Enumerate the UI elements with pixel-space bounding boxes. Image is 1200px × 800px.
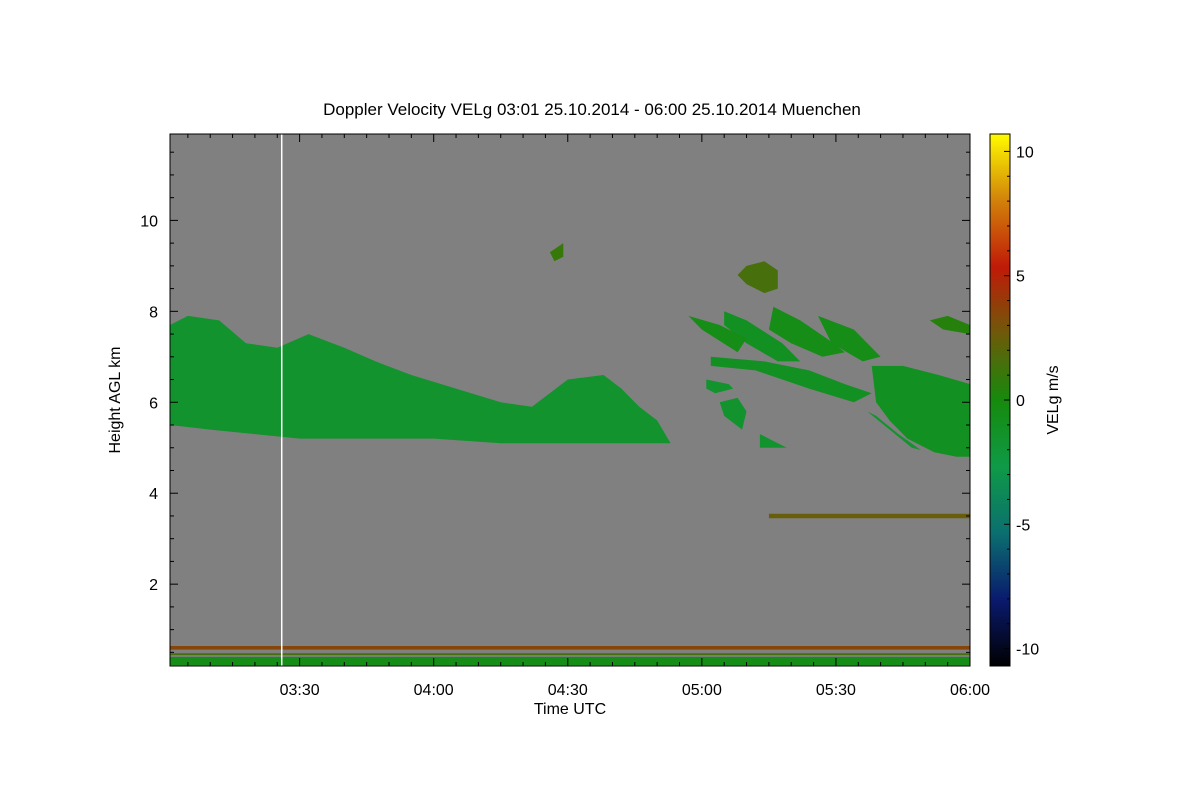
velocity-feature bbox=[170, 656, 970, 666]
colorbar-tick-label: -10 bbox=[1016, 642, 1039, 659]
y-tick-label: 4 bbox=[149, 486, 158, 503]
velocity-feature bbox=[768, 513, 970, 519]
y-tick-label: 10 bbox=[140, 213, 158, 230]
x-axis-label: Time UTC bbox=[534, 701, 606, 718]
y-tick-label: 8 bbox=[149, 304, 158, 321]
x-tick-label: 04:30 bbox=[548, 682, 588, 699]
x-tick-label: 04:00 bbox=[414, 682, 454, 699]
y-axis-label: Height AGL km bbox=[107, 346, 124, 453]
colorbar-tick-label: -5 bbox=[1016, 517, 1030, 534]
colorbar-label: VELg m/s bbox=[1045, 365, 1062, 434]
chart-title: Doppler Velocity VELg 03:01 25.10.2014 -… bbox=[323, 100, 861, 119]
velocity-feature bbox=[170, 646, 970, 650]
x-tick-label: 03:30 bbox=[280, 682, 320, 699]
y-tick-label: 2 bbox=[149, 577, 158, 594]
colorbar-tick-label: 0 bbox=[1016, 393, 1025, 410]
x-tick-label: 05:30 bbox=[816, 682, 856, 699]
y-tick-label: 6 bbox=[149, 395, 158, 412]
velocity-feature bbox=[170, 653, 970, 656]
x-tick-label: 06:00 bbox=[950, 682, 990, 699]
colorbar-tick-label: 10 bbox=[1016, 144, 1034, 161]
colorbar-tick-label: 5 bbox=[1016, 269, 1025, 286]
x-tick-label: 05:00 bbox=[682, 682, 722, 699]
doppler-velocity-chart: Doppler Velocity VELg 03:01 25.10.2014 -… bbox=[107, 100, 1062, 718]
